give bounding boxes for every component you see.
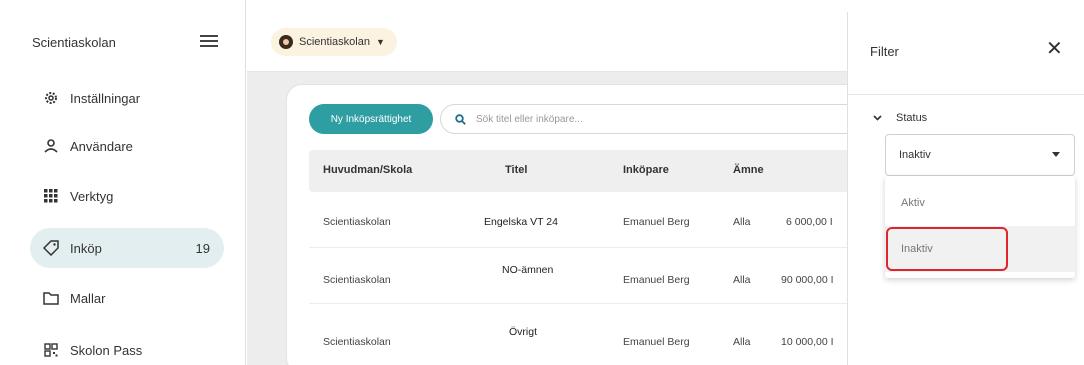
sidebar-item-verktyg[interactable]: Verktyg (30, 176, 224, 216)
sidebar-header: Scientiaskolan (0, 12, 246, 72)
table-row[interactable]: Scientiaskolan Övrigt Emanuel Berg Alla … (309, 304, 849, 360)
tag-icon (42, 239, 60, 257)
cell-subject: Alla (733, 336, 751, 348)
sidebar-item-label: Mallar (70, 290, 106, 306)
cell-buyer: Emanuel Berg (623, 336, 690, 348)
chevron-down-icon (873, 115, 882, 121)
cell-subject: Alla (733, 216, 751, 228)
search-icon (455, 113, 466, 125)
status-option-aktiv[interactable]: Aktiv (885, 180, 1075, 226)
cell-amount: 6 000,00 I (786, 216, 833, 228)
cell-title: Övrigt (509, 326, 538, 338)
column-header[interactable]: Titel (505, 164, 527, 176)
sidebar-item-label: Verktyg (70, 188, 114, 204)
status-section-label: Status (896, 112, 928, 124)
search-input[interactable]: Sök titel eller inköpare... (440, 104, 860, 134)
cell-buyer: Emanuel Berg (623, 216, 690, 228)
sidebar-item-skolon-pass[interactable]: Skolon Pass (30, 330, 224, 365)
qr-icon (42, 341, 60, 359)
sidebar: Scientiaskolan Inställningar Användare V… (0, 0, 246, 365)
new-purchase-right-button[interactable]: Ny Inköpsrättighet (309, 104, 433, 134)
user-icon (42, 137, 60, 155)
sidebar-item-label: Inköp (70, 240, 102, 256)
caret-down-icon (1052, 152, 1060, 157)
table-header: Huvudman/Skola Titel Inköpare Ämne (309, 150, 849, 192)
filter-panel: Filter ✕ Status Inaktiv Aktiv Inaktiv (847, 12, 1084, 365)
sidebar-item-installningar[interactable]: Inställningar (30, 78, 224, 118)
sidebar-item-inkop[interactable]: Inköp 19 (30, 228, 224, 268)
grid-icon (42, 187, 60, 205)
cell-amount: 90 000,00 I (781, 274, 834, 286)
search-placeholder: Sök titel eller inköpare... (476, 113, 583, 125)
cell-org: Scientiaskolan (323, 274, 391, 286)
close-icon[interactable]: ✕ (1046, 39, 1063, 59)
sidebar-item-anvandare[interactable]: Användare (30, 126, 224, 166)
hamburger-menu-icon[interactable] (200, 34, 218, 48)
divider (848, 94, 1084, 95)
folder-icon (42, 289, 60, 307)
status-select-value: Inaktiv (899, 149, 931, 161)
sidebar-item-mallar[interactable]: Mallar (30, 278, 224, 318)
table-row[interactable]: Scientiaskolan NO-ämnen Emanuel Berg All… (309, 248, 849, 304)
sidebar-item-label: Inställningar (70, 90, 141, 106)
sidebar-item-count-badge: 19 (195, 240, 210, 256)
cell-buyer: Emanuel Berg (623, 274, 690, 286)
cell-org: Scientiaskolan (323, 216, 391, 228)
sidebar-item-label: Användare (70, 138, 133, 154)
avatar (279, 35, 293, 49)
column-header[interactable]: Inköpare (623, 164, 669, 176)
org-switcher[interactable]: Scientiaskolan ▼ (271, 28, 397, 56)
cell-title: Engelska VT 24 (484, 216, 558, 228)
cell-subject: Alla (733, 274, 751, 286)
gear-icon (42, 89, 60, 107)
table-row[interactable]: Scientiaskolan Engelska VT 24 Emanuel Be… (309, 192, 849, 248)
filter-title: Filter (870, 44, 899, 59)
cell-org: Scientiaskolan (323, 336, 391, 348)
topbar: Scientiaskolan ▼ (247, 12, 847, 72)
chevron-down-icon: ▼ (375, 37, 385, 47)
annotation-highlight-box (886, 227, 1008, 271)
column-header[interactable]: Huvudman/Skola (323, 164, 412, 176)
column-header[interactable]: Ämne (733, 164, 764, 176)
status-section-toggle[interactable]: Status (873, 112, 927, 124)
cell-title: NO-ämnen (502, 264, 554, 276)
status-select[interactable]: Inaktiv (885, 134, 1075, 176)
sidebar-item-label: Skolon Pass (70, 342, 143, 358)
org-switcher-label: Scientiaskolan (299, 36, 370, 48)
cell-amount: 10 000,00 I (781, 336, 834, 348)
sidebar-org-name: Scientiaskolan (32, 35, 116, 50)
